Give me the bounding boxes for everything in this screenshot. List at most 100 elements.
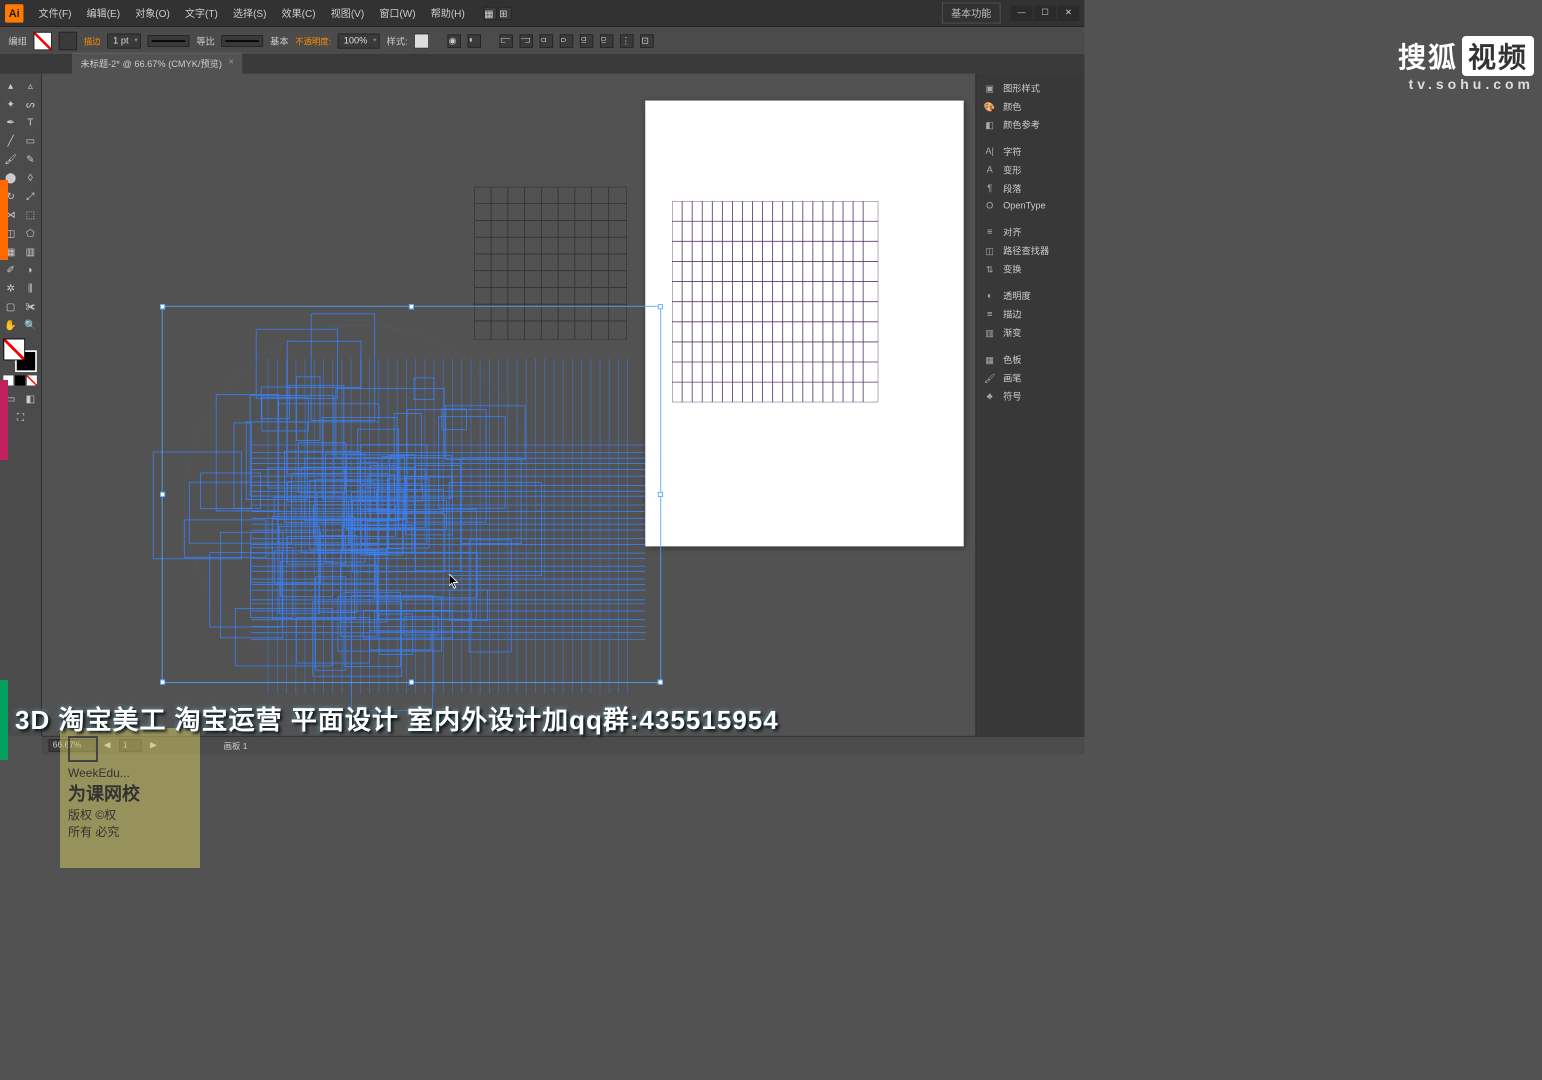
selection-bbox[interactable]: [162, 306, 661, 683]
document-tab[interactable]: 未标题-2* @ 66.67% (CMYK/预览) ×: [72, 53, 242, 74]
panel-align[interactable]: ≡对齐: [980, 223, 1081, 241]
tab-close-icon[interactable]: ×: [229, 57, 234, 70]
graphic-styles-icon: ▣: [983, 82, 996, 94]
arrange-icon[interactable]: ▦: [483, 6, 496, 19]
blend-tool[interactable]: ◗: [21, 261, 39, 278]
menu-bar: Ai 文件(F) 编辑(E) 对象(O) 文字(T) 选择(S) 效果(C) 视…: [0, 0, 1084, 27]
warp-icon: A: [983, 164, 996, 176]
free-transform-tool[interactable]: ⬚: [21, 206, 39, 223]
sohu-video-logo: 搜狐视频 tv.sohu.com: [1398, 36, 1534, 92]
panel-transform[interactable]: ⇅变换: [980, 260, 1081, 278]
globe-icon[interactable]: ◉: [448, 34, 461, 47]
stroke-profile-2[interactable]: [222, 35, 264, 47]
align-top-icon[interactable]: ⫐: [560, 34, 573, 47]
panel-paragraph[interactable]: ¶段落: [980, 179, 1081, 197]
align-vcenter-icon[interactable]: ⫑: [580, 34, 593, 47]
zoom-tool[interactable]: 🔍: [21, 317, 39, 334]
watermark-badge: WeekEdu... 为课网校 版权 ©权 所有 必究: [60, 728, 200, 868]
panel-pathfinder[interactable]: ◫路径查找器: [980, 241, 1081, 259]
panel-transform-text[interactable]: A变形: [980, 161, 1081, 179]
grid-object-large: [672, 201, 878, 402]
panel-opentype[interactable]: OOpenType: [980, 198, 1081, 215]
line-tool[interactable]: ╱: [2, 132, 20, 149]
canvas-area[interactable]: [42, 74, 976, 736]
stroke-profile-1[interactable]: [148, 35, 190, 47]
artboard-name: 画板 1: [224, 739, 248, 752]
transform-icon[interactable]: ⊡: [641, 34, 654, 47]
graph-tool[interactable]: ⫼: [21, 280, 39, 297]
recolor-icon[interactable]: ◐: [468, 34, 481, 47]
symbols-icon: ♣: [983, 391, 996, 403]
type-tool[interactable]: T: [21, 114, 39, 131]
distribute-icon[interactable]: ⋮: [620, 34, 633, 47]
pathfinder-icon: ◫: [983, 245, 996, 257]
panel-graphic-styles[interactable]: ▣图形样式: [980, 79, 1081, 97]
menu-help[interactable]: 帮助(H): [424, 3, 471, 24]
scale-tool[interactable]: ⤢: [21, 188, 39, 205]
profile-label-1: 等比: [196, 34, 214, 47]
panel-symbols[interactable]: ♣符号: [980, 387, 1081, 405]
panel-brushes[interactable]: 🖌画笔: [980, 369, 1081, 387]
panel-character[interactable]: A|字符: [980, 142, 1081, 160]
opentype-icon: O: [983, 200, 996, 212]
none-mode-icon[interactable]: [27, 375, 37, 385]
slice-tool[interactable]: ✀: [21, 298, 39, 315]
style-label: 样式:: [387, 34, 408, 47]
menu-window[interactable]: 窗口(W): [373, 3, 423, 24]
color-icon: 🎨: [983, 101, 996, 113]
transform-panel-icon: ⇅: [983, 263, 996, 275]
brushes-icon: 🖌: [983, 372, 996, 384]
profile-label-2: 基本: [270, 34, 288, 47]
stroke-weight-input[interactable]: 1 pt: [107, 33, 141, 48]
document-tab-label: 未标题-2* @ 66.67% (CMYK/预览): [80, 57, 222, 70]
align-icon: ≡: [983, 226, 996, 238]
stroke-panel-icon: ≡: [983, 308, 996, 320]
perspective-tool[interactable]: ⬠: [21, 225, 39, 242]
opacity-input[interactable]: 100%: [338, 33, 380, 48]
pencil-tool[interactable]: ✎: [21, 151, 39, 168]
panel-stroke[interactable]: ≡描边: [980, 305, 1081, 323]
gradient-tool[interactable]: ▥: [21, 243, 39, 260]
selection-type-label: 编组: [8, 34, 26, 47]
direct-selection-tool[interactable]: ▵: [21, 77, 39, 94]
rectangle-tool[interactable]: ▭: [21, 132, 39, 149]
character-icon: A|: [983, 146, 996, 158]
workspace-switcher[interactable]: 基本功能: [942, 3, 1001, 24]
window-maximize[interactable]: ☐: [1034, 5, 1056, 20]
menu-select[interactable]: 选择(S): [226, 3, 273, 24]
window-close[interactable]: ✕: [1058, 5, 1080, 20]
gradient-panel-icon: ▥: [983, 327, 996, 339]
paintbrush-tool[interactable]: 🖌: [2, 151, 20, 168]
menu-effect[interactable]: 效果(C): [275, 3, 322, 24]
align-left-icon[interactable]: ⫍: [500, 34, 513, 47]
window-minimize[interactable]: —: [1011, 5, 1033, 20]
layout-icon[interactable]: ⊞: [498, 6, 511, 19]
menu-type[interactable]: 文字(T): [178, 3, 224, 24]
menu-file[interactable]: 文件(F): [32, 3, 78, 24]
align-right-icon[interactable]: ⫏: [540, 34, 553, 47]
menu-view[interactable]: 视图(V): [324, 3, 371, 24]
fill-swatch[interactable]: [34, 31, 52, 49]
gradient-mode-icon[interactable]: [15, 375, 25, 385]
pen-tool[interactable]: ✒: [2, 114, 20, 131]
selection-tool[interactable]: ▴: [2, 77, 20, 94]
menu-object[interactable]: 对象(O): [128, 3, 176, 24]
align-bottom-icon[interactable]: ⫒: [600, 34, 613, 47]
os-sidebar-hint: [0, 180, 8, 760]
opacity-label: 不透明度:: [295, 34, 331, 47]
align-hcenter-icon[interactable]: ⫎: [520, 34, 533, 47]
draw-mode-icon[interactable]: ◧: [21, 391, 39, 408]
control-bar: 编组 描边 1 pt 等比 基本 不透明度: 100% 样式: ◉ ◐ ⫍ ⫎ …: [0, 27, 1084, 55]
panel-color-guide[interactable]: ◧颜色参考: [980, 116, 1081, 134]
style-swatch[interactable]: [414, 33, 429, 48]
menu-edit[interactable]: 编辑(E): [80, 3, 127, 24]
stroke-swatch[interactable]: [59, 31, 77, 49]
panel-swatches[interactable]: ▦色板: [980, 350, 1081, 368]
magic-wand-tool[interactable]: ✦: [2, 96, 20, 113]
lasso-tool[interactable]: ᔕ: [21, 96, 39, 113]
paragraph-icon: ¶: [983, 183, 996, 195]
panel-gradient[interactable]: ▥渐变: [980, 323, 1081, 341]
panel-transparency[interactable]: ◐透明度: [980, 287, 1081, 305]
panel-color[interactable]: 🎨颜色: [980, 97, 1081, 115]
eraser-tool[interactable]: ◊: [21, 169, 39, 186]
